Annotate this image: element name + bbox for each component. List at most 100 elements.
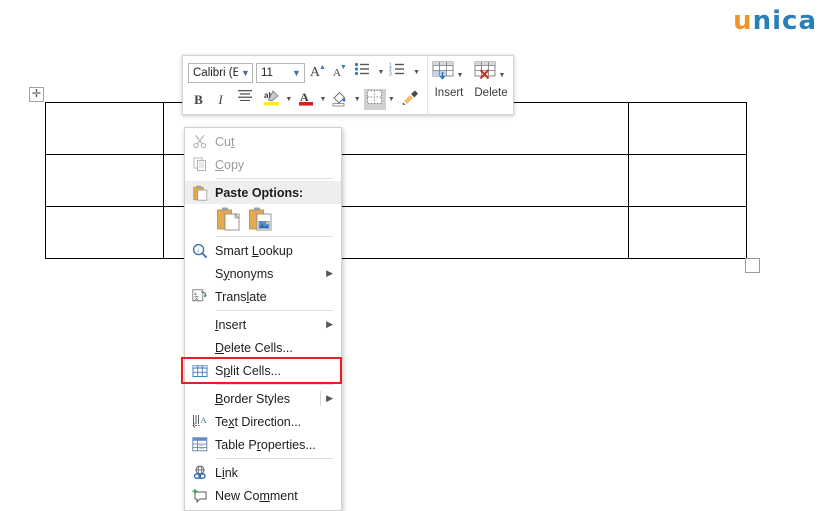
borders-dropdown-arrow-icon[interactable]: ▼ — [388, 96, 395, 103]
font-name-combo[interactable]: Calibri (E ▼ — [188, 63, 253, 83]
menu-item-translate[interactable]: a 文 Translate — [185, 285, 341, 308]
menu-item-label: Smart Lookup — [215, 244, 335, 258]
text-highlight-button[interactable]: ab — [261, 89, 283, 110]
table-resize-handle[interactable] — [745, 258, 760, 273]
table-move-handle[interactable]: ✛ — [29, 87, 44, 102]
bold-button[interactable]: B — [188, 89, 209, 110]
table-grid — [45, 102, 747, 259]
menu-item-text-direction[interactable]: A Text Direction... — [185, 410, 341, 433]
svg-text:3: 3 — [389, 71, 392, 76]
insert-table-icon — [432, 61, 456, 85]
delete-cells-button[interactable]: ▼ Delete — [470, 61, 512, 99]
menu-divider-vertical — [320, 391, 321, 406]
delete-glyph-row: ▼ — [474, 61, 509, 85]
grow-font-button[interactable]: A▲ — [308, 62, 329, 83]
borders-button[interactable] — [364, 89, 386, 110]
format-painter-icon — [402, 89, 420, 110]
menu-item-label: Cut — [215, 135, 335, 149]
menu-item-smart-lookup[interactable]: i Smart Lookup — [185, 239, 341, 262]
paste-options-row — [185, 204, 341, 234]
link-icon — [185, 465, 215, 480]
logo-text-nica: nica — [753, 6, 817, 36]
italic-button[interactable]: I — [210, 89, 231, 110]
insert-dropdown-arrow-icon[interactable]: ▼ — [457, 72, 464, 79]
insert-label: Insert — [435, 87, 464, 99]
menu-separator — [216, 458, 333, 459]
font-size-value: 11 — [261, 67, 289, 79]
menu-item-border-styles[interactable]: Border Styles ▶ — [185, 387, 341, 410]
menu-item-new-comment[interactable]: New Comment — [185, 484, 341, 507]
keep-source-formatting-icon[interactable] — [216, 206, 242, 232]
borders-icon — [366, 89, 384, 110]
font-color-button[interactable]: A — [295, 89, 317, 110]
highlight-dropdown-arrow-icon[interactable]: ▼ — [285, 96, 292, 103]
menu-item-table-properties[interactable]: Table Properties... — [185, 433, 341, 456]
table-cell[interactable] — [46, 207, 164, 259]
bullets-button[interactable] — [352, 62, 376, 83]
font-color-dropdown-arrow-icon[interactable]: ▼ — [320, 96, 327, 103]
menu-item-label: Border Styles — [215, 392, 320, 406]
menu-item-link[interactable]: Link — [185, 461, 341, 484]
picture-paste-icon[interactable] — [248, 206, 274, 232]
menu-item-copy[interactable]: Copy — [185, 153, 341, 176]
menu-item-label: Translate — [215, 290, 335, 304]
table-cell[interactable] — [629, 155, 747, 207]
insert-cells-button[interactable]: ▼ Insert — [428, 61, 470, 99]
menu-item-label: Insert — [215, 318, 326, 332]
numbered-list-icon: 1 2 3 — [389, 62, 409, 83]
table-cell[interactable] — [46, 103, 164, 155]
menu-item-synonyms[interactable]: Synonyms ▶ — [185, 262, 341, 285]
shading-button[interactable] — [329, 89, 351, 110]
menu-separator — [216, 384, 333, 385]
menu-item-split-cells[interactable]: Split Cells... — [185, 359, 341, 382]
shrink-font-button[interactable]: A▼ — [330, 62, 351, 83]
font-name-value: Calibri (E — [193, 67, 238, 79]
mini-toolbar-row-2: B I ab — [188, 87, 423, 112]
menu-item-label: Copy — [215, 158, 335, 172]
translate-icon: a 文 — [185, 289, 215, 304]
shading-dropdown-arrow-icon[interactable]: ▼ — [354, 96, 361, 103]
mini-toolbar: Calibri (E ▼ 11 ▼ A▲ A▼ — [182, 55, 514, 115]
logo-letter-u: u — [733, 6, 753, 36]
svg-text:文: 文 — [194, 295, 199, 302]
document-table[interactable] — [45, 102, 746, 259]
table-row — [46, 155, 747, 207]
bullets-dropdown-arrow-icon[interactable]: ▼ — [378, 69, 385, 76]
menu-item-insert[interactable]: Insert ▶ — [185, 313, 341, 336]
align-button[interactable] — [235, 89, 257, 110]
menu-item-label: New Comment — [215, 489, 335, 503]
paste-icon — [185, 185, 215, 201]
bold-label: B — [194, 92, 203, 108]
table-cell[interactable] — [629, 103, 747, 155]
new-comment-icon — [185, 488, 215, 503]
table-cell[interactable] — [46, 155, 164, 207]
menu-item-label: Table Properties... — [215, 438, 335, 452]
align-icon — [237, 89, 255, 110]
copy-icon — [185, 157, 215, 172]
delete-table-icon — [474, 61, 498, 85]
numbering-button[interactable]: 1 2 3 — [387, 62, 411, 83]
bulleted-list-icon — [354, 62, 374, 83]
menu-item-delete-cells[interactable]: Delete Cells... — [185, 336, 341, 359]
smart-lookup-icon: i — [185, 243, 215, 259]
scissors-icon — [185, 134, 215, 149]
menu-item-label: Synonyms — [215, 267, 326, 281]
unica-logo: unica — [733, 6, 817, 36]
menu-item-cut[interactable]: Cut — [185, 130, 341, 153]
table-properties-icon — [185, 437, 215, 452]
menu-separator — [216, 178, 333, 179]
shading-icon — [331, 89, 349, 110]
mini-toolbar-row-1: Calibri (E ▼ 11 ▼ A▲ A▼ — [188, 60, 423, 85]
numbering-dropdown-arrow-icon[interactable]: ▼ — [413, 69, 420, 76]
menu-item-label: Text Direction... — [215, 415, 335, 429]
font-color-icon: A — [297, 89, 315, 110]
delete-dropdown-arrow-icon[interactable]: ▼ — [499, 72, 506, 79]
font-size-combo[interactable]: 11 ▼ — [256, 63, 305, 83]
down-triangle-icon: ▼ — [340, 64, 347, 71]
chevron-down-icon: ▼ — [292, 68, 301, 78]
svg-text:A: A — [300, 90, 309, 104]
chevron-down-icon: ▼ — [241, 68, 250, 78]
format-painter-button[interactable] — [400, 89, 422, 110]
table-cell[interactable] — [629, 207, 747, 259]
svg-text:A: A — [201, 415, 208, 425]
